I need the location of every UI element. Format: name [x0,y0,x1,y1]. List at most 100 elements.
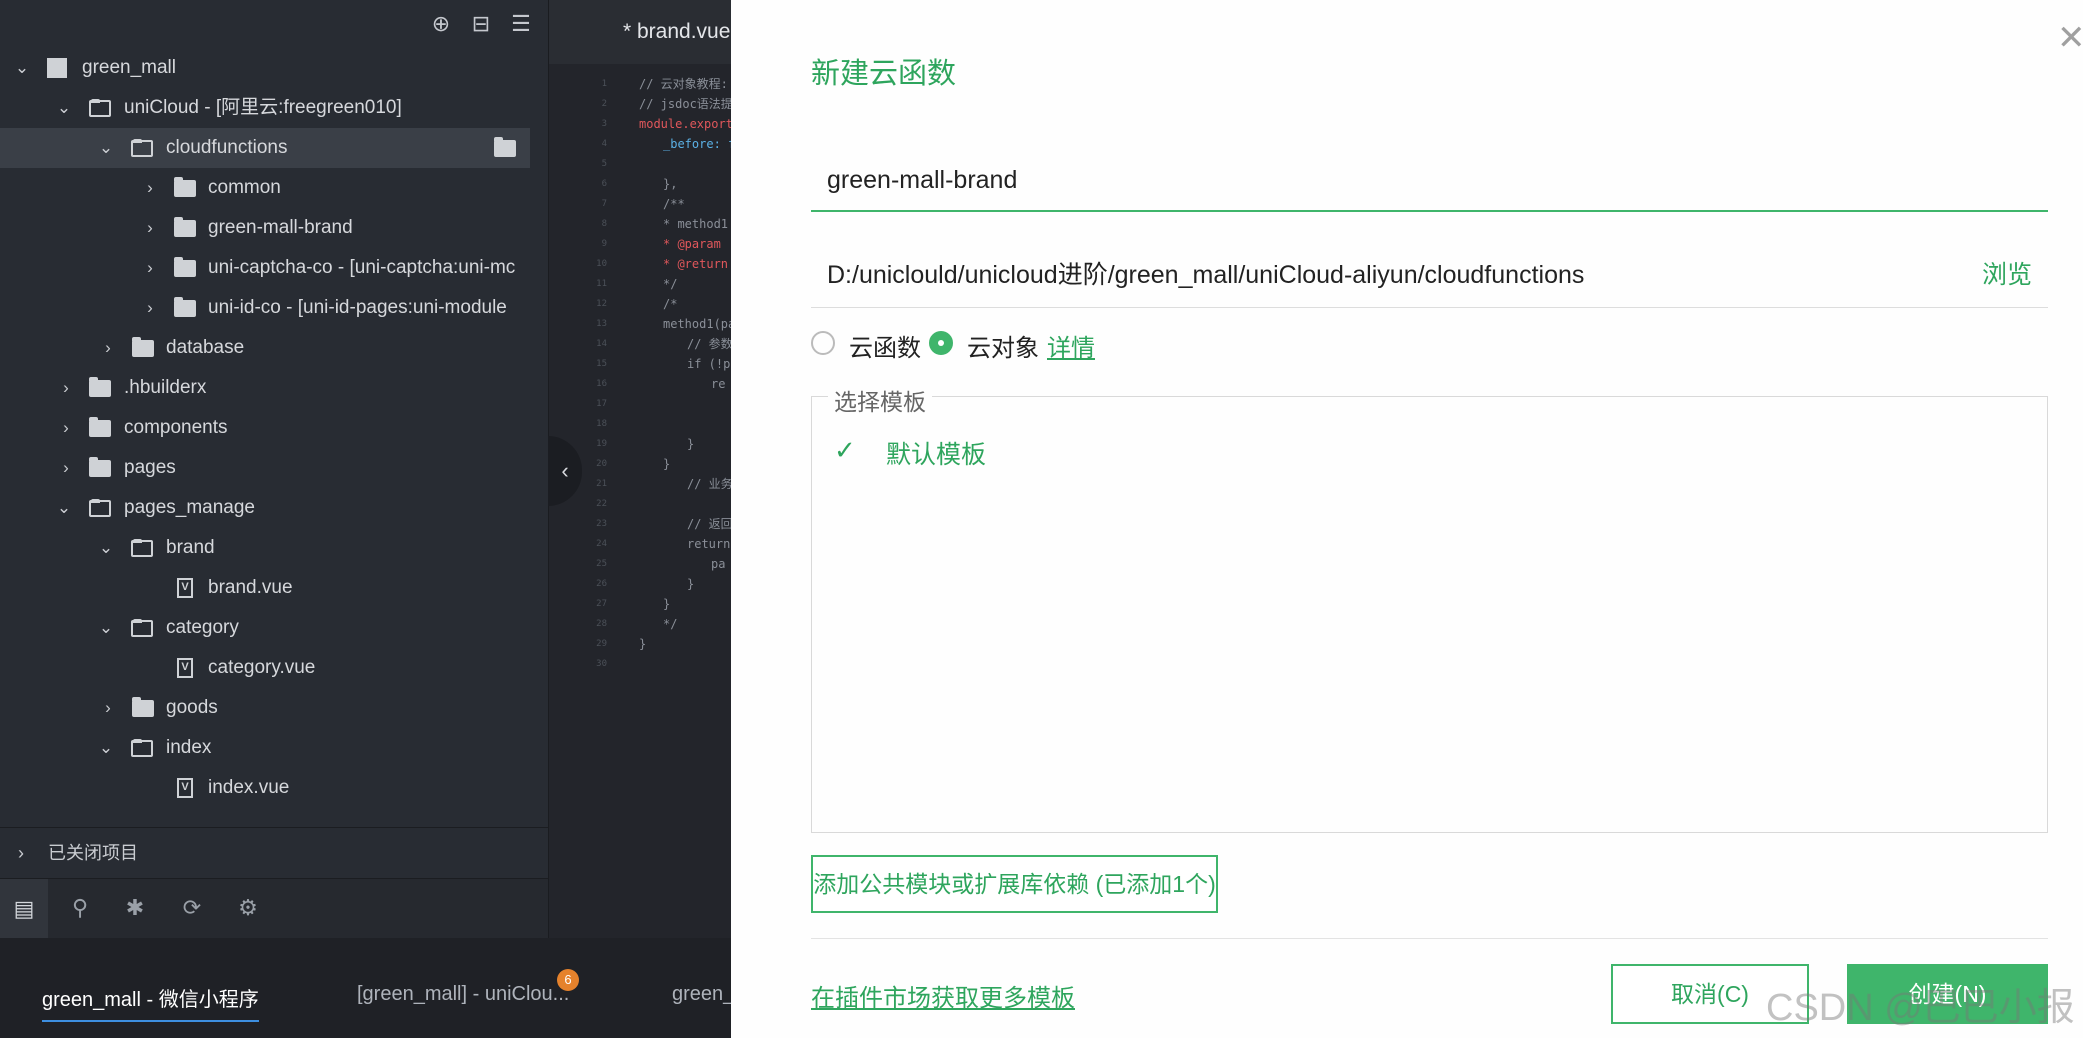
tree-item-cloudfunctions[interactable]: ⌄ cloudfunctions [0,128,530,168]
code-line: 27} [549,594,732,614]
tree-item-category[interactable]: ⌄ category [0,608,530,648]
chevron-right-icon[interactable]: › [98,328,118,368]
menu-icon[interactable]: ☰ [507,10,535,38]
code-line: 30 [549,654,732,674]
tree-item-components[interactable]: › components [0,408,530,448]
line-number: 15 [596,359,607,369]
chevron-right-icon[interactable]: › [98,688,118,728]
chevron-right-icon[interactable]: › [140,168,160,208]
tree-item-green-mall[interactable]: ⌄ green_mall [0,48,530,88]
chevron-down-icon[interactable]: ⌄ [96,128,116,168]
add-dependency-button[interactable]: 添加公共模块或扩展库依赖 (已添加1个) [811,855,1218,913]
tree-item-label: pages_manage [124,497,255,518]
chevron-right-icon[interactable]: › [56,408,76,448]
tab-green-mall-3[interactable]: green_ [672,983,734,1006]
code-text: return [687,537,731,551]
tree-item-pages[interactable]: › pages [0,448,530,488]
line-number: 14 [596,339,607,349]
radio-cloud-object-label[interactable]: 云对象 [967,328,1039,363]
plugin-icon[interactable]: ⚙ [231,893,265,923]
tree-item-uni-id-co[interactable]: › uni-id-co - [uni-id-pages:uni-module [0,288,530,328]
explorer-icon[interactable]: ▤ [0,879,48,939]
line-number: 5 [601,159,607,169]
chevron-down-icon[interactable]: ⌄ [96,608,116,648]
tree-item-hbuilderx[interactable]: › .hbuilderx [0,368,530,408]
chevron-right-icon[interactable]: › [140,288,160,328]
tree-item-pages-manage[interactable]: ⌄ pages_manage [0,488,530,528]
code-text: * method1 [663,217,729,231]
tree-item-uni-captcha-co[interactable]: › uni-captcha-co - [uni-captcha:uni-mc [0,248,530,288]
tree-item-category-vue[interactable]: V category.vue [0,648,530,688]
line-number: 30 [596,659,607,669]
tree-item-common[interactable]: › common [0,168,530,208]
folder-open-icon [131,539,153,557]
tab-unicloud[interactable]: [green_mall] - uniClou... [357,983,569,1006]
tree-item-goods[interactable]: › goods [0,688,530,728]
debug-bug-icon[interactable]: ✱ [118,893,152,923]
search-binoculars-icon[interactable]: ⚲ [63,893,97,923]
source-control-icon[interactable]: ⟳ [175,893,209,923]
tree-item-label: database [166,337,245,358]
line-number: 1 [601,79,607,89]
tree-item-brand-vue[interactable]: V brand.vue [0,568,530,608]
path-field[interactable]: D:/uniclould/unicloud进阶/green_mall/uniCl… [811,245,2048,308]
details-link[interactable]: 详情 [1047,328,1095,363]
editor-tab-label: * brand.vue [623,20,731,43]
chevron-down-icon[interactable]: ⌄ [54,488,74,528]
tree-item-index-vue[interactable]: V index.vue [0,768,530,808]
chevron-down-icon[interactable]: ⌄ [54,88,74,128]
line-number: 22 [596,499,607,509]
tree-item-index[interactable]: ⌄ index [0,728,530,768]
code-area[interactable]: 1 // 云对象教程: 2 // jsdoc语法提 3 module.exports 4 _b… [549,74,732,674]
chevron-down-icon[interactable]: ⌄ [96,728,116,768]
tab-wechat-miniprogram[interactable]: green_mall - 微信小程序 [42,983,259,1022]
closed-projects[interactable]: › 已关闭项目 [0,827,548,878]
code-line: 25 pa [549,554,732,574]
chevron-down-icon[interactable]: ⌄ [12,48,32,88]
bottom-tab-bar: green_mall - 微信小程序 [green_mall] - uniClo… [0,938,734,1038]
browse-button[interactable]: 浏览 [1982,255,2032,291]
code-text: /** [663,197,685,211]
closed-projects-label: 已关闭项目 [48,843,138,863]
file-tree: ⌄ green_mall ⌄ uniCloud - [阿里云:freegreen… [0,48,548,808]
tree-item-green-mall-brand[interactable]: › green-mall-brand [0,208,530,248]
code-line: 4 _before: f [549,134,732,154]
folder-icon[interactable] [494,137,516,157]
code-line: 22 [549,494,732,514]
code-text: re [711,377,726,391]
plugin-market-link[interactable]: 在插件市场获取更多模板 [811,978,1075,1013]
chevron-right-icon[interactable]: › [56,368,76,408]
chevron-right-icon[interactable]: › [56,448,76,488]
function-name-input[interactable] [811,150,2048,212]
code-text: } [663,597,671,611]
code-text: _before: f [663,137,732,151]
close-icon[interactable]: ✕ [2057,18,2083,58]
folder-open-icon [131,139,153,157]
code-line: 29} [549,634,732,654]
code-line: 24 return [549,534,732,554]
code-text: pa [711,557,726,571]
radio-cloud-object[interactable] [929,331,953,355]
tree-item-database[interactable]: › database [0,328,530,368]
tree-item-brand[interactable]: ⌄ brand [0,528,530,568]
line-number: 6 [601,179,607,189]
collapse-all-icon[interactable]: ⊟ [467,10,495,38]
chevron-right-icon[interactable]: › [140,208,160,248]
chevron-right-icon[interactable]: › [140,248,160,288]
code-line: 8 * method1 [549,214,732,234]
radio-cloud-function-label[interactable]: 云函数 [849,328,921,363]
tree-item-label: goods [166,697,218,718]
tree-item-unicloud[interactable]: ⌄ uniCloud - [阿里云:freegreen010] [0,88,530,128]
folder-icon [132,697,154,717]
radio-cloud-function[interactable] [811,331,835,355]
code-line: 12 /* [549,294,732,314]
chevron-down-icon[interactable]: ⌄ [96,528,116,568]
editor-tab[interactable]: * brand.vue [549,0,732,64]
vue-file-icon: V [177,578,193,598]
crosshair-icon[interactable]: ⊕ [427,10,455,38]
code-text: */ [663,617,678,631]
code-text: }, [663,177,678,191]
line-number: 16 [596,379,607,389]
code-line: 16 re [549,374,732,394]
folder-open-icon [89,499,111,517]
